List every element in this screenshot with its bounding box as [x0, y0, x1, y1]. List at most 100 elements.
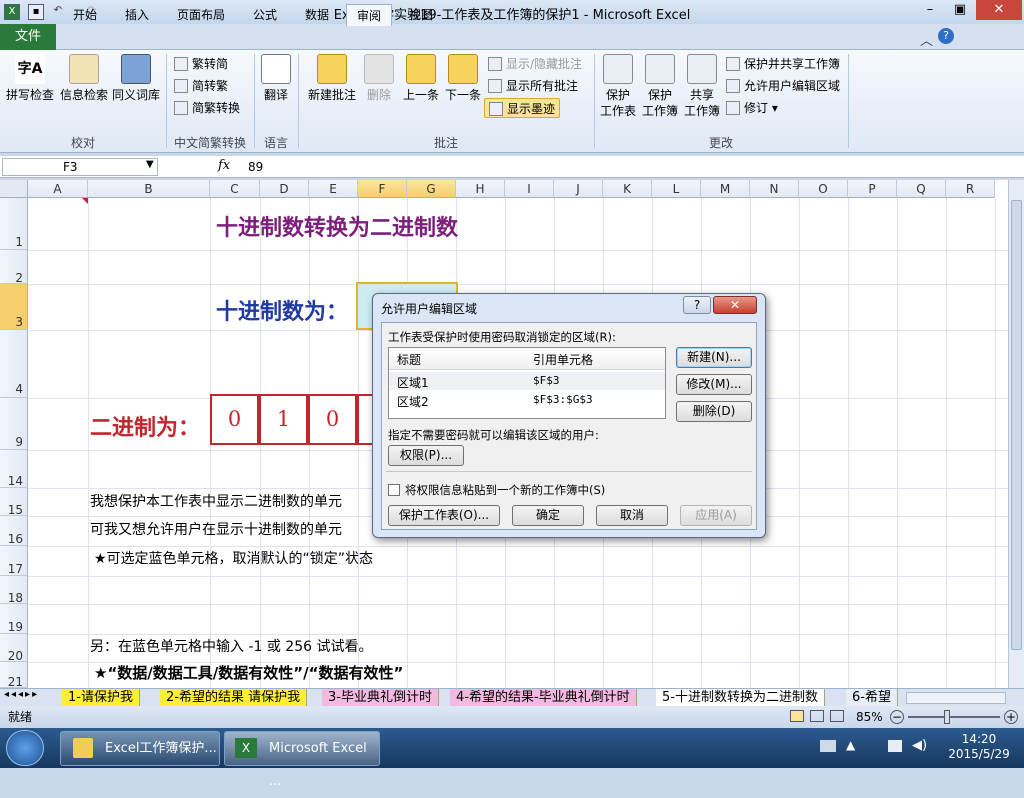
column-header-r[interactable]: R [946, 180, 995, 198]
column-header-p[interactable]: P [848, 180, 897, 198]
row-header-16[interactable]: 16 [0, 516, 28, 546]
apply-button[interactable]: 应用(A) [680, 505, 752, 526]
start-button-icon[interactable] [6, 730, 44, 766]
tab-formulas[interactable]: 公式 [246, 4, 284, 26]
show-all-comments-button[interactable]: 显示所有批注 [488, 76, 578, 96]
fx-icon[interactable]: fx [218, 158, 230, 173]
row-header-14[interactable]: 14 [0, 450, 28, 488]
tab-page-layout[interactable]: 页面布局 [172, 4, 230, 26]
new-comment-button[interactable]: 新建批注 [304, 54, 360, 103]
normal-view-icon[interactable] [790, 710, 804, 722]
ranges-list[interactable]: 标题 引用单元格 区域1 $F$3 区域2 $F$3:$G$3 [388, 347, 666, 419]
delete-comment-button[interactable]: 删除 [362, 54, 396, 103]
row-header-1[interactable]: 1 [0, 198, 28, 250]
zoom-slider-thumb[interactable] [944, 710, 950, 724]
zoom-slider[interactable] [908, 716, 1000, 718]
row-header-4[interactable]: 4 [0, 330, 28, 398]
column-header-f[interactable]: F [358, 180, 407, 198]
protect-share-button[interactable]: 保护并共享工作簿 [726, 54, 840, 74]
tab-data[interactable]: 数据 [298, 4, 336, 26]
select-all-corner[interactable] [0, 180, 28, 198]
thesaurus-button[interactable]: 同义词库 [110, 54, 162, 103]
tab-view[interactable]: 视图 [402, 4, 440, 26]
zoom-out-icon[interactable]: − [890, 710, 904, 724]
row-header-19[interactable]: 19 [0, 604, 28, 634]
show-hide-comment-button[interactable]: 显示/隐藏批注 [488, 54, 582, 74]
tab-file[interactable]: 文件 [0, 24, 56, 50]
sheet-nav-arrows-icon[interactable]: ◂◂◂▸▸ [4, 689, 39, 700]
row-header-17[interactable]: 17 [0, 546, 28, 576]
column-header-o[interactable]: O [799, 180, 848, 198]
permissions-button[interactable]: 权限(P)... [388, 445, 464, 466]
column-header-k[interactable]: K [603, 180, 652, 198]
dialog-help-button[interactable]: ? [683, 296, 711, 314]
sheet-tab-5-active[interactable]: 5-十进制数转换为二进制数 [656, 689, 825, 706]
col-title-header[interactable]: 标题 [397, 351, 421, 368]
column-header-m[interactable]: M [701, 180, 750, 198]
vertical-scrollbar[interactable] [1008, 180, 1024, 688]
tab-review[interactable]: 审阅 [346, 4, 392, 26]
row-header-21[interactable]: 21 [0, 662, 28, 688]
dialog-close-button[interactable]: ✕ [713, 296, 757, 314]
prev-comment-button[interactable]: 上一条 [400, 54, 442, 103]
maximize-button[interactable]: ▣ [946, 0, 974, 20]
to-traditional-button[interactable]: 简转繁 [174, 76, 228, 96]
column-header-b[interactable]: B [88, 180, 210, 198]
spell-check-button[interactable]: 字A 拼写检查 [4, 54, 56, 103]
protect-sheet-button[interactable]: 保护 工作表 [598, 54, 638, 119]
col-ref-header[interactable]: 引用单元格 [533, 351, 593, 368]
name-box-dropdown-icon[interactable]: ▼ [146, 159, 154, 170]
row-header-15[interactable]: 15 [0, 488, 28, 517]
page-break-view-icon[interactable] [830, 710, 844, 722]
row-header-2[interactable]: 2 [0, 250, 28, 285]
allow-edit-ranges-button[interactable]: 允许用户编辑区域 [726, 76, 840, 96]
delete-range-button[interactable]: 删除(D) [676, 401, 752, 422]
modify-range-button[interactable]: 修改(M)... [676, 374, 752, 395]
row-header-9[interactable]: 9 [0, 398, 28, 450]
column-header-g[interactable]: G [407, 180, 456, 198]
volume-icon[interactable]: ◀) [912, 738, 927, 753]
taskbar-item-explorer[interactable]: Excel工作簿保护... [60, 731, 220, 766]
close-button[interactable]: ✕ [976, 0, 1022, 20]
column-header-c[interactable]: C [210, 180, 260, 198]
sheet-tab-1[interactable]: 1-请保护我 [62, 689, 140, 706]
protect-sheet-dialog-button[interactable]: 保护工作表(O)... [388, 505, 500, 526]
sheet-tab-4[interactable]: 4-希望的结果-毕业典礼倒计时 [450, 689, 637, 706]
column-header-i[interactable]: I [505, 180, 554, 198]
comment-indicator[interactable] [82, 198, 88, 204]
page-layout-view-icon[interactable] [810, 710, 824, 722]
cancel-button[interactable]: 取消 [596, 505, 668, 526]
convert-button[interactable]: 简繁转换 [174, 98, 240, 118]
column-header-l[interactable]: L [652, 180, 701, 198]
sheet-tab-2[interactable]: 2-希望的结果 请保护我 [160, 689, 308, 706]
network-icon[interactable] [888, 740, 902, 752]
clock[interactable]: 14:20 2015/5/29 [944, 732, 1014, 762]
paste-permissions-checkbox[interactable] [388, 484, 400, 496]
keyboard-icon[interactable] [820, 740, 836, 752]
zoom-in-icon[interactable]: + [1004, 710, 1018, 724]
translate-button[interactable]: 翻译 [258, 54, 294, 103]
row-header-20[interactable]: 20 [0, 634, 28, 663]
research-button[interactable]: 信息检索 [58, 54, 110, 103]
new-range-button[interactable]: 新建(N)... [676, 347, 752, 368]
list-item[interactable] [389, 372, 665, 390]
to-simplified-button[interactable]: 繁转简 [174, 54, 228, 74]
sheet-tab-3[interactable]: 3-毕业典礼倒计时 [322, 689, 439, 706]
show-ink-button[interactable]: 显示墨迹 [484, 98, 561, 118]
column-header-e[interactable]: E [309, 180, 358, 198]
ok-button[interactable]: 确定 [512, 505, 584, 526]
share-workbook-button[interactable]: 共享 工作簿 [682, 54, 722, 119]
sheet-tab-6[interactable]: 6-希望 [846, 689, 898, 706]
protect-workbook-button[interactable]: 保护 工作簿 [640, 54, 680, 119]
help-icon[interactable]: ? [938, 28, 954, 44]
next-comment-button[interactable]: 下一条 [442, 54, 484, 103]
horizontal-scrollbar[interactable] [906, 692, 1006, 704]
column-header-q[interactable]: Q [897, 180, 946, 198]
tab-insert[interactable]: 插入 [118, 4, 156, 26]
minimize-button[interactable]: – [916, 0, 944, 20]
taskbar-item-excel[interactable]: X Microsoft Excel ... [224, 731, 380, 789]
zoom-level[interactable]: 85% [856, 706, 883, 728]
column-header-n[interactable]: N [750, 180, 799, 198]
formula-input[interactable]: 89 [248, 160, 263, 174]
tab-home[interactable]: 开始 [66, 4, 104, 26]
